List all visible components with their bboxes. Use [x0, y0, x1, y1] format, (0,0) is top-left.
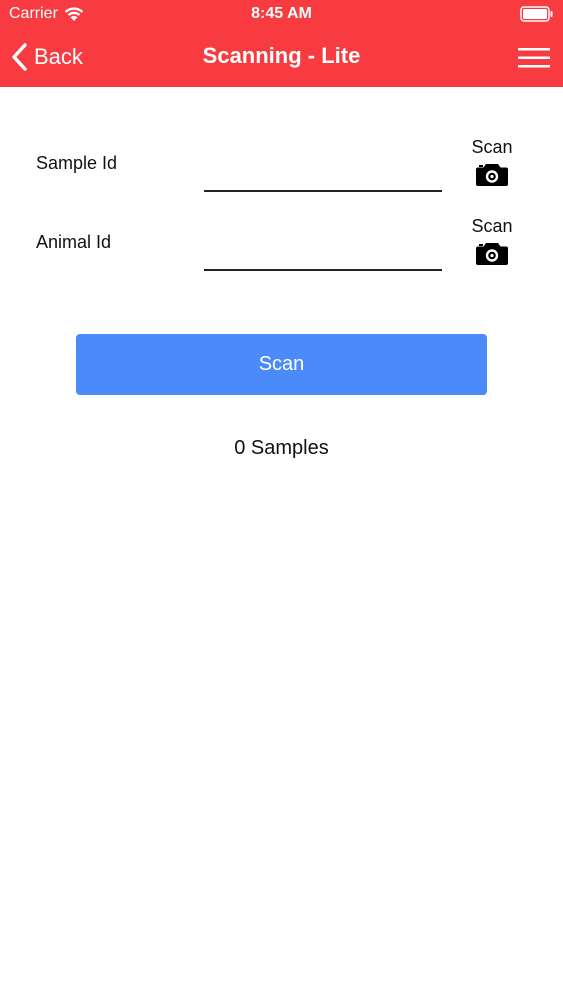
samples-count: 0 Samples — [234, 437, 329, 459]
battery-icon — [520, 6, 553, 22]
status-time: 8:45 AM — [251, 5, 312, 22]
page-title: Scanning - Lite — [202, 43, 361, 68]
animal-id-input[interactable] — [204, 241, 442, 271]
sample-id-scan-label: Scan — [471, 137, 513, 157]
camera-icon — [476, 164, 508, 186]
scan-button-label: Scan — [258, 353, 305, 375]
animal-id-scan-label: Scan — [471, 216, 513, 236]
animal-id-row: Animal Id Scan — [0, 216, 563, 286]
animal-id-scan-button[interactable]: Scan — [463, 216, 521, 267]
sample-id-row: Sample Id Scan — [0, 137, 563, 207]
scan-button[interactable]: Scan — [76, 334, 487, 395]
animal-id-label: Animal Id — [36, 232, 112, 252]
sample-id-input[interactable] — [204, 162, 442, 192]
app-header: Carrier 8:45 AM Back Scanning - Lite — [0, 0, 563, 87]
main-content: Sample Id Scan Animal Id Scan Scan 0 Sam… — [0, 87, 563, 1000]
sample-id-scan-button[interactable]: Scan — [463, 137, 521, 188]
nav-bar: Back Scanning - Lite — [0, 30, 563, 87]
sample-id-label: Sample Id — [36, 153, 118, 173]
status-bar: Carrier 8:45 AM — [0, 0, 563, 30]
camera-icon — [476, 243, 508, 265]
hamburger-menu-icon[interactable] — [517, 45, 551, 71]
